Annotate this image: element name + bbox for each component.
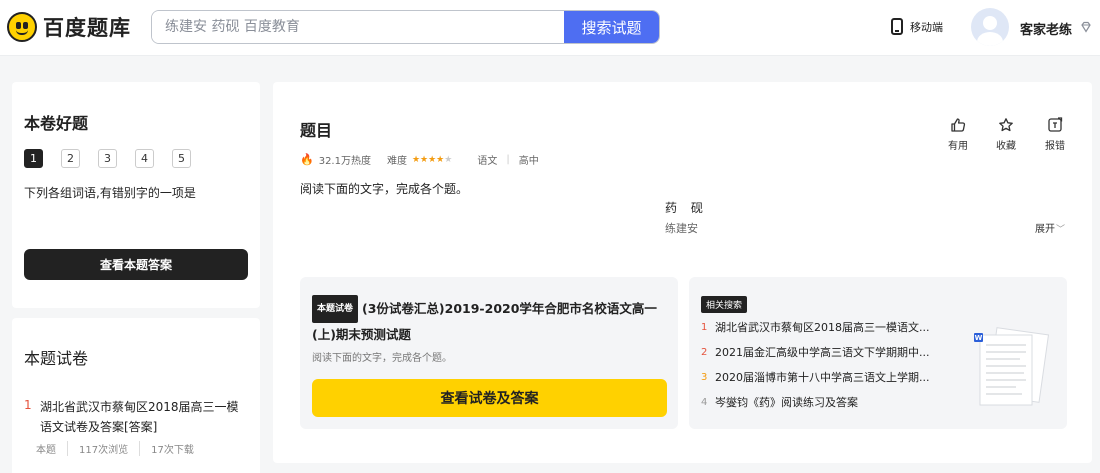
passage-author: 练建安 — [665, 222, 698, 235]
baidu-tiku-logo[interactable]: 百度题库 — [7, 12, 131, 42]
related-text: 湖北省武汉市蔡甸区2018届高三一模语文... — [715, 321, 930, 334]
heat-value: 32.1万热度 — [318, 156, 371, 167]
thumbs-up-icon — [951, 118, 966, 132]
star-icon — [999, 118, 1013, 132]
expand-label: 展开 — [1035, 224, 1055, 235]
level-label: 高中 — [518, 156, 539, 167]
document-thumbnail-icon: W — [974, 327, 1050, 406]
view-answer-button[interactable]: 查看本题答案 — [24, 249, 248, 280]
chevron-down-icon: ﹀ — [1056, 225, 1066, 235]
favorite-button[interactable]: 收藏 — [996, 117, 1016, 152]
paper-card-title[interactable]: 本题试卷 (3份试卷汇总)2019-2020学年合肥市名校语文高一(上)期末预测试… — [312, 295, 672, 347]
top-header: 百度题库 搜索试题 移动端 客家老练 — [0, 0, 1100, 56]
difficulty-label: 难度 — [386, 156, 407, 167]
paper-card-title-text: (3份试卷汇总)2019-2020学年合肥市名校语文高一(上)期末预测试题 — [312, 301, 657, 342]
paper-link[interactable]: 湖北省武汉市蔡甸区2018届高三一模语文试卷及答案[答案] — [40, 397, 250, 437]
paper-list-card: 本题试卷 1 湖北省武汉市蔡甸区2018届高三一模语文试卷及答案[答案] 本题 … — [12, 318, 260, 473]
expand-button[interactable]: 展开﹀ — [1035, 220, 1065, 235]
paper-list-title: 本题试卷 — [24, 349, 89, 368]
search-input[interactable] — [152, 11, 564, 43]
mobile-label: 移动端 — [910, 20, 943, 34]
related-list: 1 湖北省武汉市蔡甸区2018届高三一模语文... 2 2021届金汇高级中学高三语… — [701, 321, 929, 421]
related-index: 1 — [701, 322, 708, 333]
paper-index: 1 — [24, 398, 32, 412]
subject-label: 语文 — [477, 156, 498, 167]
view-paper-answer-button[interactable]: 查看试卷及答案 — [312, 379, 667, 417]
related-search-card: 相关搜索 1 湖北省武汉市蔡甸区2018届高三一模语文... 2 2021届金汇高级… — [689, 277, 1067, 429]
good-questions-card: 本卷好题 1 2 3 4 5 下列各组词语,有错别字的一项是 查看本题答案 — [12, 82, 260, 308]
good-questions-title: 本卷好题 — [24, 114, 89, 133]
paper-meta-item: 117次浏览 — [67, 441, 139, 456]
paper-card-desc: 阅读下面的文字，完成各个题。 — [312, 353, 452, 364]
username[interactable]: 客家老练 — [1020, 19, 1072, 38]
related-index: 3 — [701, 372, 708, 383]
paper-meta-item: 17次下载 — [139, 441, 205, 456]
svg-text:W: W — [975, 334, 983, 342]
question-number-button[interactable]: 1 — [24, 149, 43, 168]
avatar[interactable] — [971, 8, 1009, 46]
mobile-link[interactable]: 移动端 — [891, 18, 943, 35]
search-button[interactable]: 搜索试题 — [564, 11, 659, 43]
report-label: 报错 — [1045, 141, 1065, 152]
related-text: 2020届淄博市第十八中学高三语文上学期... — [715, 371, 930, 384]
fire-icon: 🔥 — [300, 153, 314, 166]
question-body: 阅读下面的文字，完成各个题。 — [300, 182, 469, 196]
related-tag: 相关搜索 — [701, 296, 748, 313]
question-card: 题目 有用 收藏 报错 🔥 32.1万热度 难度 ★★★★★ 语文 | 高中 阅… — [273, 82, 1092, 463]
difficulty-stars: ★★★★★ — [411, 154, 453, 165]
favorite-label: 收藏 — [996, 141, 1016, 152]
related-item[interactable]: 3 2020届淄博市第十八中学高三语文上学期... — [701, 371, 929, 396]
related-tag-wrap: 相关搜索 — [701, 295, 751, 314]
phone-icon — [891, 18, 903, 35]
report-icon — [1048, 117, 1063, 132]
useful-label: 有用 — [948, 141, 968, 152]
question-preview-text: 下列各组词语,有错别字的一项是 — [24, 186, 196, 200]
question-number-list: 1 2 3 4 5 — [24, 149, 209, 168]
question-meta: 🔥 32.1万热度 难度 ★★★★★ 语文 | 高中 — [300, 153, 539, 167]
diamond-icon — [1081, 21, 1091, 33]
related-text: 岑燮钧《药》阅读练习及答案 — [715, 396, 858, 409]
question-title: 题目 — [300, 121, 333, 140]
logo-text: 百度题库 — [43, 16, 131, 40]
paper-card: 本题试卷 (3份试卷汇总)2019-2020学年合肥市名校语文高一(上)期末预测试… — [300, 277, 678, 429]
related-text: 2021届金汇高级中学高三语文下学期期中... — [715, 346, 930, 359]
passage-title: 药 砚 — [665, 201, 708, 215]
related-index: 4 — [701, 397, 708, 408]
paper-meta: 本题 117次浏览 17次下载 — [36, 441, 205, 456]
logo-icon — [7, 12, 37, 42]
question-number-button[interactable]: 4 — [135, 149, 154, 168]
related-item[interactable]: 2 2021届金汇高级中学高三语文下学期期中... — [701, 346, 929, 371]
related-item[interactable]: 1 湖北省武汉市蔡甸区2018届高三一模语文... — [701, 321, 929, 346]
related-index: 2 — [701, 347, 708, 358]
useful-button[interactable]: 有用 — [948, 117, 968, 152]
question-number-button[interactable]: 5 — [172, 149, 191, 168]
question-number-button[interactable]: 3 — [98, 149, 117, 168]
related-item[interactable]: 4 岑燮钧《药》阅读练习及答案 — [701, 396, 929, 421]
question-number-button[interactable]: 2 — [61, 149, 80, 168]
search-bar: 搜索试题 — [151, 10, 660, 44]
paper-tag: 本题试卷 — [312, 295, 359, 323]
paper-meta-item: 本题 — [36, 445, 56, 456]
report-error-button[interactable]: 报错 — [1045, 117, 1065, 152]
